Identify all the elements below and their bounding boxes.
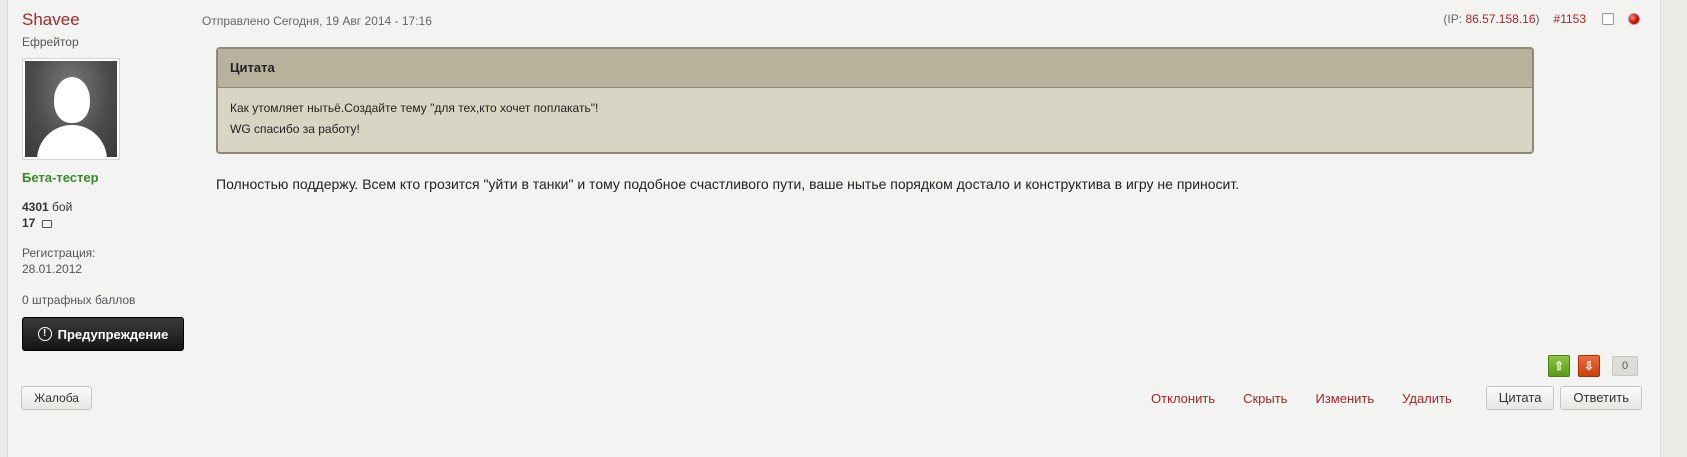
registration-label: Регистрация: <box>22 246 96 260</box>
ip-suffix: ) <box>1535 12 1540 26</box>
reject-link[interactable]: Отклонить <box>1151 391 1215 406</box>
quote-line: WG спасибо за работу! <box>230 122 360 136</box>
quote-line: Как утомляет нытьё.Создайте тему "для те… <box>230 101 599 115</box>
author-group: Бета-тестер <box>22 170 99 185</box>
quote-header: Цитата <box>218 49 1532 88</box>
ip-prefix: (IP: <box>1443 12 1466 26</box>
avatar-placeholder-icon <box>25 61 117 157</box>
registration: Регистрация: 28.01.2012 <box>22 245 192 277</box>
quote-block: Цитата Как утомляет нытьё.Создайте тему … <box>216 47 1534 154</box>
warning-button-label: Предупреждение <box>57 326 169 342</box>
penalty-points: 0 штрафных баллов <box>22 293 136 307</box>
battles-label: бой <box>52 200 73 214</box>
author-rank: Ефрейтор <box>22 35 79 49</box>
post-actions: Отклонить Скрыть Изменить Удалить Цитата… <box>1151 386 1642 410</box>
comment-icon <box>41 219 52 228</box>
post-number-link[interactable]: #1153 <box>1554 12 1586 26</box>
vote-count: 0 <box>1612 356 1638 376</box>
edit-link[interactable]: Изменить <box>1315 391 1374 406</box>
warning-button[interactable]: ! Предупреждение <box>22 317 184 351</box>
hide-link[interactable]: Скрыть <box>1243 391 1287 406</box>
quote-button[interactable]: Цитата <box>1485 386 1555 410</box>
ip-address[interactable]: 86.57.158.16 <box>1465 12 1535 26</box>
ip-info: (IP: 86.57.158.16) <box>1443 12 1539 26</box>
registration-date: 28.01.2012 <box>22 262 83 276</box>
reply-button[interactable]: Ответить <box>1560 386 1642 410</box>
comments-count: 17 <box>22 216 36 230</box>
offline-status-icon <box>1628 13 1640 25</box>
delete-link[interactable]: Удалить <box>1402 391 1452 406</box>
post-date: Отправлено Сегодня, 19 Авг 2014 - 17:16 <box>202 14 432 28</box>
quote-body: Как утомляет нытьё.Создайте тему "для те… <box>218 88 1532 152</box>
battles-stat: 4301 бой <box>22 199 192 215</box>
avatar[interactable] <box>22 58 120 160</box>
comments-stat: 17 <box>22 215 192 231</box>
arrow-up-icon[interactable]: ⇧ <box>1548 355 1570 377</box>
select-post-checkbox[interactable] <box>1602 13 1614 25</box>
report-button[interactable]: Жалоба <box>21 386 92 410</box>
arrow-down-icon[interactable]: ⇩ <box>1578 355 1600 377</box>
author-name[interactable]: Shavee <box>22 10 192 30</box>
battles-count: 4301 <box>22 200 49 214</box>
author-stats: 4301 бой 17 <box>22 199 192 231</box>
forum-post: Shavee Ефрейтор Бета-тестер 4301 бой 17 … <box>7 0 1661 457</box>
exclamation-icon: ! <box>37 327 52 341</box>
post-meta-right: (IP: 86.57.158.16) #1153 <box>1443 12 1640 26</box>
author-panel: Shavee Ефрейтор Бета-тестер 4301 бой 17 … <box>22 10 192 351</box>
post-body: Полностью поддержу. Всем кто грозится "у… <box>216 176 1240 192</box>
vote-controls: ⇧ ⇩ 0 <box>1548 355 1638 377</box>
